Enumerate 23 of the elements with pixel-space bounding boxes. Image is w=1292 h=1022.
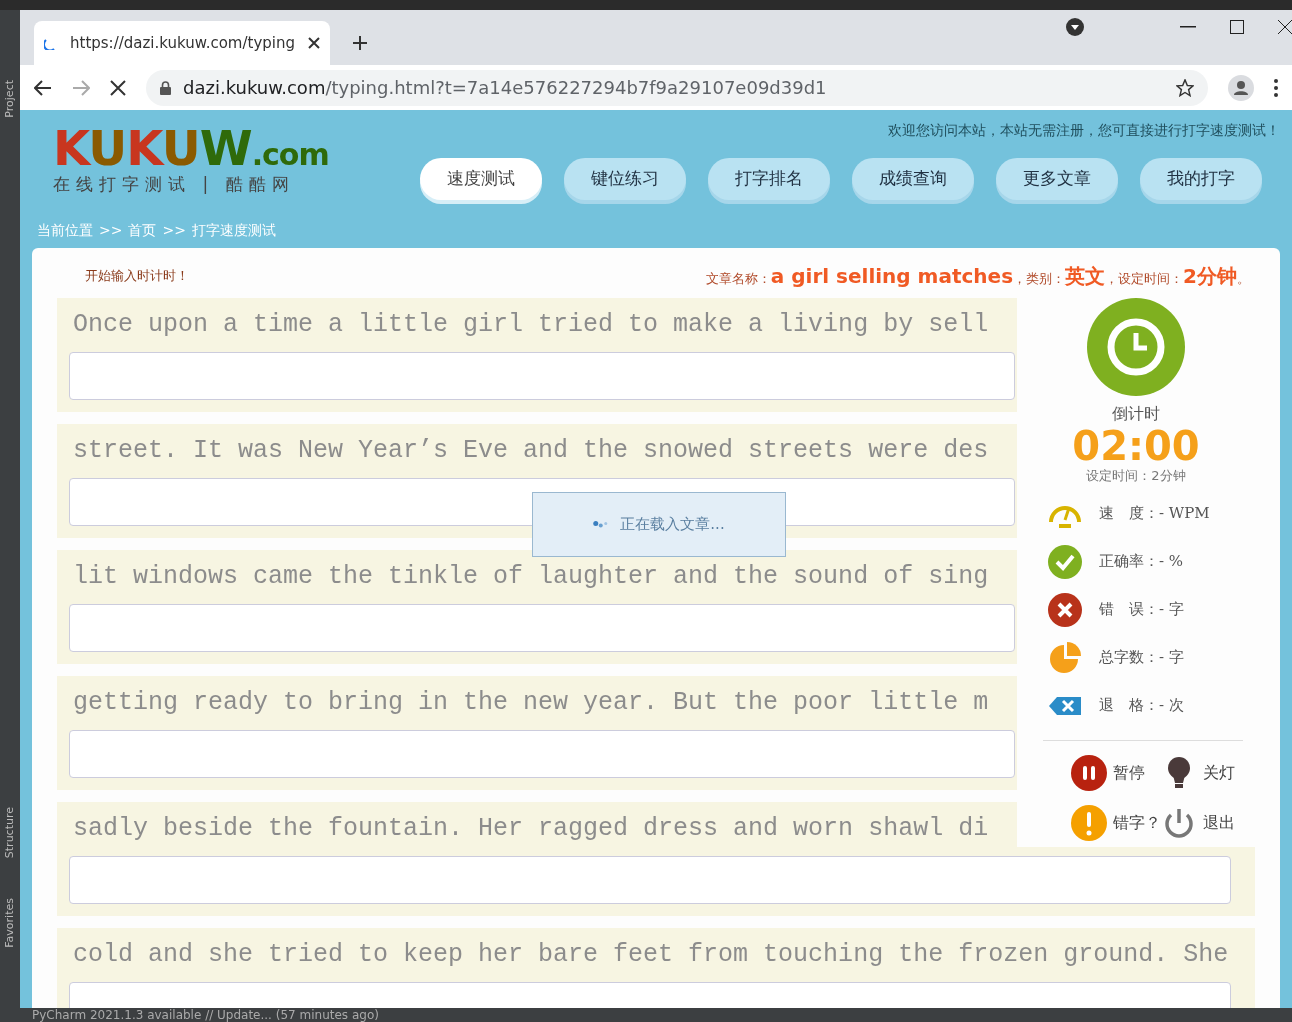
stat-text: 速 度：- WPM: [1099, 503, 1210, 525]
breadcrumb-separator: >>: [162, 221, 186, 240]
timer-value: 02:00: [1072, 426, 1200, 466]
loading-text: 正在载入文章...: [620, 514, 725, 536]
source-line: getting ready to bring in the new year. But the poor little m: [72, 687, 990, 719]
welcome-text: 欢迎您访问本站，本站无需注册，您可直接进行打字速度测试！: [888, 121, 1280, 140]
stat-text: 正确率：- %: [1099, 551, 1184, 573]
source-line: cold and she tried to keep her bare feet from touching the frozen ground. She: [72, 939, 1230, 971]
source-line: sadly beside the fountain. Her ragged dress and worn shawl di: [72, 813, 990, 845]
stat-text: 总字数：- 字: [1099, 647, 1184, 669]
article-info: 文章名称：a girl selling matches，类别：英文，设定时间：2分钟。: [705, 263, 1250, 290]
timer-setting: 设定时间：2分钟: [1086, 467, 1186, 485]
tab-title: https://dazi.kukuw.com/typing: [70, 32, 296, 54]
stat-text: 错 误：- 字: [1099, 599, 1184, 621]
breadcrumb-item: 当前位置: [37, 221, 93, 240]
source-line: lit windows came the tinkle of laughter and the sound of sing: [72, 561, 990, 593]
source-line: Once upon a time a little girl tried to make a living by sell: [72, 309, 990, 341]
status-bar: PyCharm 2021.1.3 available // Update... (57 minutes ago): [0, 1008, 1292, 1022]
breadcrumb-separator: >>: [99, 221, 123, 240]
source-line: street. It was New Year’s Eve and the snowed streets were des: [72, 435, 990, 467]
stat-text: 退 格：- 次: [1099, 695, 1184, 717]
hint-text: 开始输入时计时！: [85, 267, 189, 286]
timer-label: 倒计时: [1112, 403, 1160, 425]
